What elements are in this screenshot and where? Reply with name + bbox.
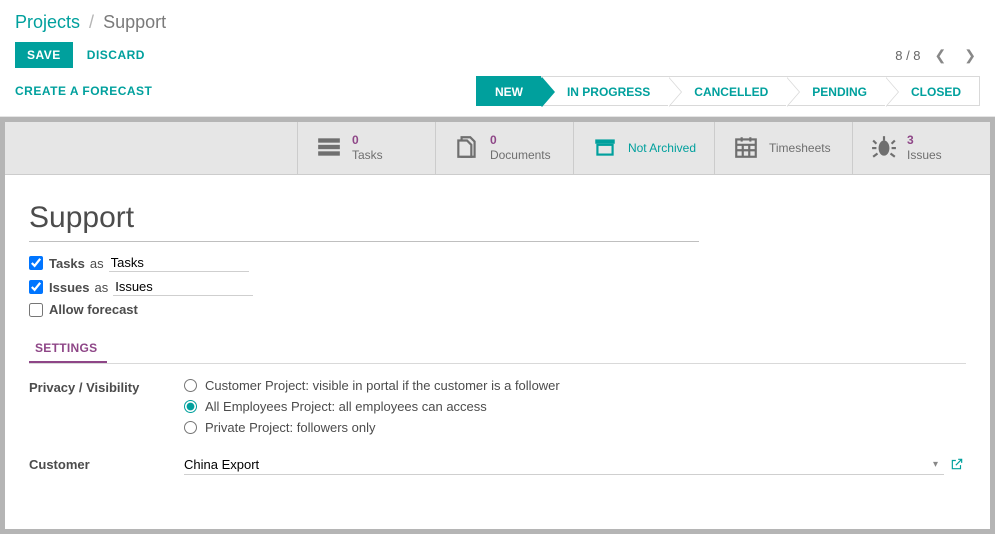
discard-button[interactable]: DISCARD: [87, 48, 145, 62]
chevron-down-icon[interactable]: ▾: [927, 459, 944, 470]
breadcrumb-root[interactable]: Projects: [15, 12, 80, 32]
use-issues-label: Issues: [49, 280, 89, 295]
archive-icon: [592, 134, 618, 163]
use-tasks-label: Tasks: [49, 256, 85, 271]
breadcrumb-separator: /: [89, 12, 94, 32]
stat-timesheets-label: Timesheets: [769, 141, 831, 156]
visibility-option-employees[interactable]: All Employees Project: all employees can…: [184, 399, 966, 414]
issues-as-text: as: [94, 280, 108, 295]
project-name-input[interactable]: [29, 199, 699, 241]
visibility-option-portal[interactable]: Customer Project: visible in portal if t…: [184, 378, 966, 393]
visibility-radio-followers[interactable]: [184, 421, 197, 434]
stat-archived-label: Not Archived: [628, 141, 696, 156]
use-tasks-checkbox[interactable]: [29, 256, 43, 270]
status-step-in-progress[interactable]: IN PROGRESS: [541, 76, 668, 106]
tab-settings[interactable]: SETTINGS: [29, 335, 107, 363]
use-issues-checkbox[interactable]: [29, 280, 43, 294]
stat-timesheets-button[interactable]: Timesheets: [714, 122, 852, 174]
pager-text: 8 / 8: [895, 48, 920, 63]
stat-tasks-button[interactable]: 0 Tasks: [297, 122, 435, 174]
stat-tasks-label: Tasks: [352, 148, 383, 163]
pager-next-icon[interactable]: ❯: [960, 43, 980, 68]
pager: 8 / 8 ❮ ❯: [895, 43, 980, 68]
status-step-new[interactable]: NEW: [476, 76, 541, 106]
stat-tasks-count: 0: [352, 133, 383, 148]
breadcrumb-current: Support: [103, 12, 166, 32]
stat-issues-label: Issues: [907, 148, 942, 163]
visibility-portal-text: Customer Project: visible in portal if t…: [205, 378, 560, 393]
bug-icon: [871, 134, 897, 163]
visibility-option-followers[interactable]: Private Project: followers only: [184, 420, 966, 435]
privacy-visibility-label: Privacy / Visibility: [29, 378, 184, 441]
stat-documents-label: Documents: [490, 148, 551, 163]
status-step-pending[interactable]: PENDING: [786, 76, 885, 106]
stat-issues-count: 3: [907, 133, 942, 148]
status-step-cancelled[interactable]: CANCELLED: [668, 76, 786, 106]
documents-icon: [454, 134, 480, 163]
tasks-icon: [316, 134, 342, 163]
stat-documents-count: 0: [490, 133, 551, 148]
stat-issues-button[interactable]: 3 Issues: [852, 122, 990, 174]
breadcrumb: Projects / Support: [15, 10, 980, 34]
save-button[interactable]: SAVE: [15, 42, 73, 68]
status-bar: NEW IN PROGRESS CANCELLED PENDING CLOSED: [476, 76, 980, 106]
tasks-as-text: as: [90, 256, 104, 271]
calendar-icon: [733, 134, 759, 163]
visibility-radio-portal[interactable]: [184, 379, 197, 392]
stat-documents-button[interactable]: 0 Documents: [435, 122, 573, 174]
visibility-followers-text: Private Project: followers only: [205, 420, 376, 435]
visibility-radio-employees[interactable]: [184, 400, 197, 413]
stat-row: 0 Tasks 0 Documents Not Archived: [5, 122, 990, 175]
customer-label: Customer: [29, 455, 184, 475]
allow-forecast-checkbox[interactable]: [29, 303, 43, 317]
status-step-closed[interactable]: CLOSED: [885, 76, 980, 106]
allow-forecast-label: Allow forecast: [49, 302, 138, 317]
issues-alias-input[interactable]: [113, 278, 253, 296]
create-forecast-button[interactable]: CREATE A FORECAST: [15, 84, 152, 98]
pager-prev-icon[interactable]: ❮: [931, 43, 951, 68]
tasks-alias-input[interactable]: [109, 254, 249, 272]
stat-archived-button[interactable]: Not Archived: [573, 122, 714, 174]
customer-input[interactable]: [184, 455, 927, 474]
external-link-icon[interactable]: [950, 457, 964, 474]
visibility-employees-text: All Employees Project: all employees can…: [205, 399, 487, 414]
